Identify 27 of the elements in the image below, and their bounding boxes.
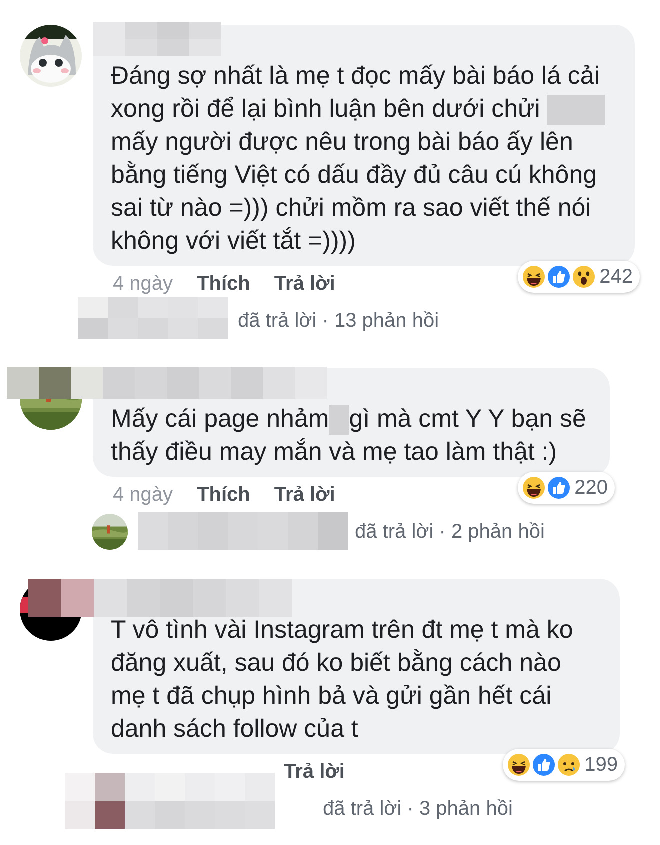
reaction-summary[interactable]: 220: [518, 472, 615, 504]
replies-link[interactable]: đã trả lời · 2 phản hồi: [355, 517, 545, 547]
laughing-emoji-icon: [522, 476, 546, 500]
comment-time: 4 ngày: [113, 483, 174, 507]
reply-link[interactable]: Trả lời: [284, 760, 345, 784]
reaction-count: 199: [584, 753, 618, 778]
thumbs-up-icon: [546, 476, 571, 500]
reply-link[interactable]: Trả lời: [274, 272, 336, 296]
replies-link[interactable]: đã trả lời · 13 phản hồi: [238, 306, 440, 336]
thumbs-up-icon: [532, 753, 556, 777]
thumbs-up-icon: [546, 265, 571, 289]
replies-link[interactable]: đã trả lời · 3 phản hồi: [323, 794, 513, 824]
comment-text: Mấy cái page nhảm gì mà cmt Y Y bạn sẽ thấy điều may mắn và mẹ tao làm thật :): [111, 404, 588, 468]
like-link[interactable]: Thích: [197, 483, 250, 507]
reaction-summary[interactable]: 242: [518, 261, 640, 293]
surprised-emoji-icon: [572, 265, 596, 289]
reaction-count: 220: [574, 476, 608, 501]
reaction-summary[interactable]: 199: [502, 749, 625, 781]
laughing-emoji-icon: [506, 753, 531, 777]
comment-text: Đáng sợ nhất là mẹ t đọc mấy bài báo lá cải xong rồi để lại bình luận bên dưới chửi mấy người được nêu trong bài báo ấy lên bằng tiếng Việt có dấu đầy đủ câu cú không sai từ nào =))) chửi mồm ra sao viết thế nói không với viết tắt =)))): [111, 60, 617, 258]
like-link[interactable]: Thích: [197, 272, 250, 296]
reply-link[interactable]: Trả lời: [274, 483, 336, 507]
crying-emoji-icon: [556, 753, 581, 777]
comment-text: T vô tình vài Instagram trên đt mẹ t mà ko đăng xuất, sau đó ko biết bằng cách nào mẹ t đã chụp hình bả và gửi gần hết cái danh sách follow của t: [111, 615, 574, 745]
reaction-count: 242: [600, 265, 633, 290]
comment-time: 4 ngày: [113, 272, 174, 296]
laughing-emoji-icon: [522, 265, 546, 289]
